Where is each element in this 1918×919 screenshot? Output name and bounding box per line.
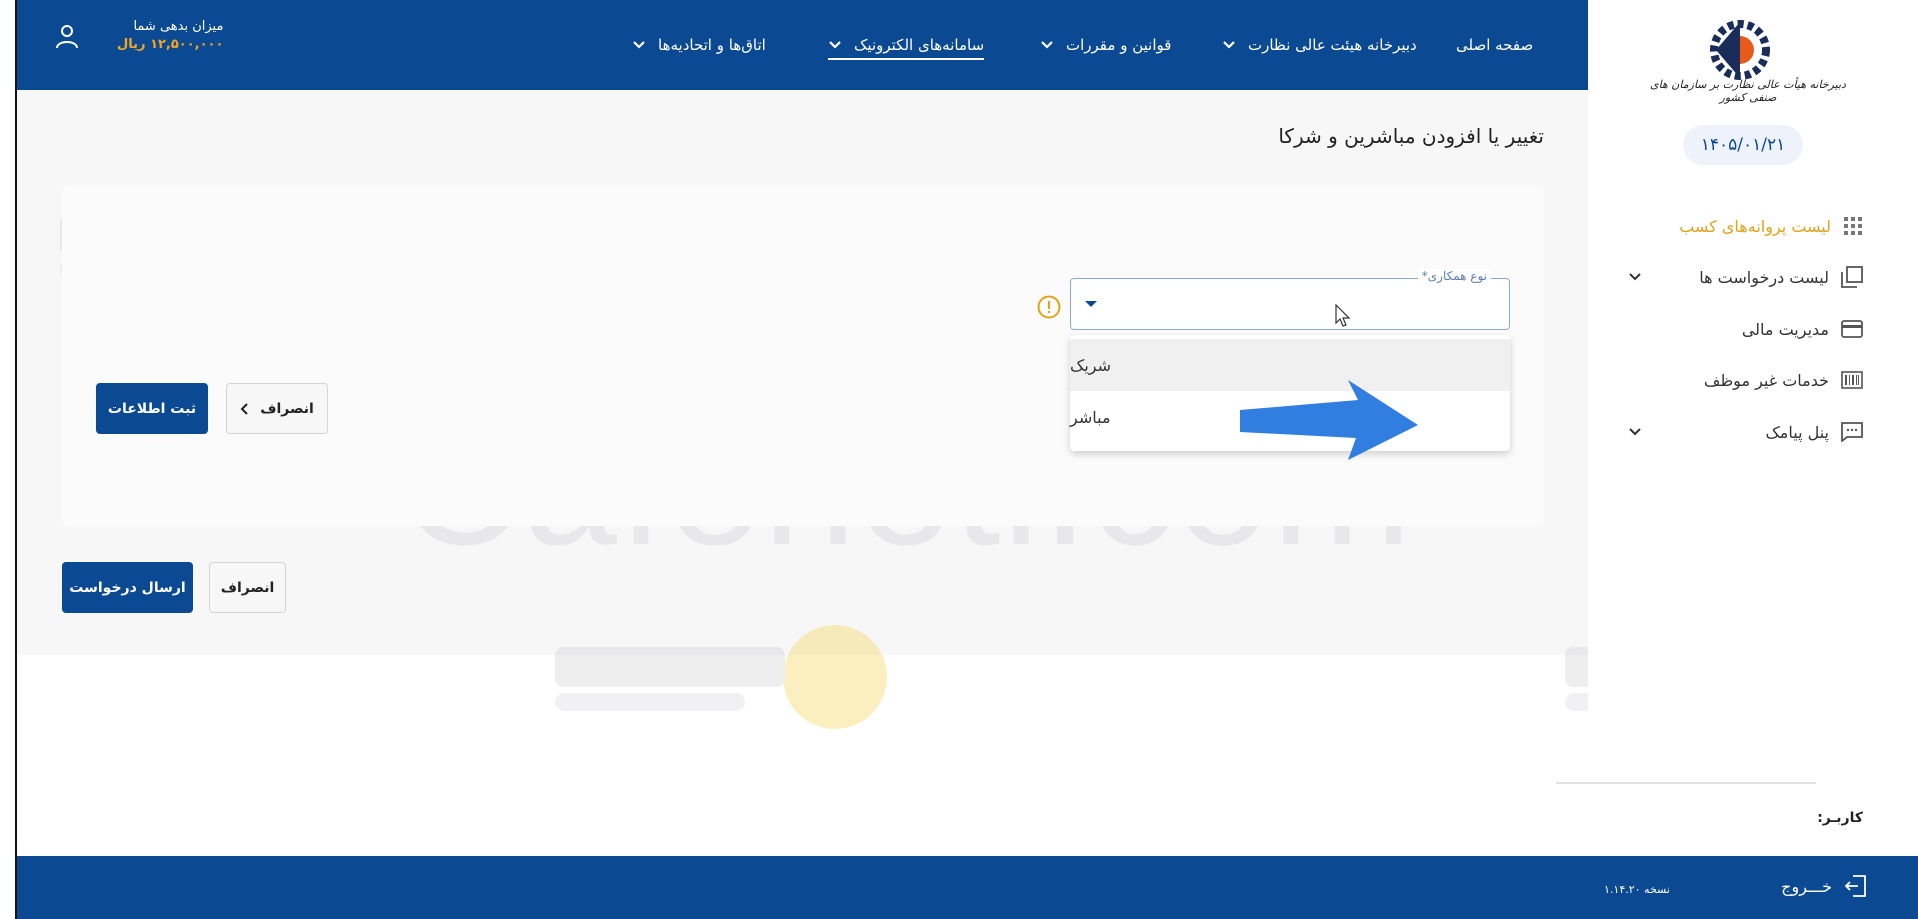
sidebar-item-label: لیست پروانه‌های کسب [1679,216,1831,236]
nav-chambers-label: اتاق‌ها و اتحادیه‌ها [658,36,766,54]
submit-info-button[interactable]: ثبت اطلاعات [96,383,208,434]
cooperation-type-select[interactable]: نوع همکاری* [1070,269,1510,330]
nav-laws-label: قوانین و مقررات [1066,36,1172,54]
chevron-down-icon [1223,41,1235,49]
left-edge [0,0,17,919]
message-icon [1841,422,1863,442]
chevron-left-icon [240,402,248,415]
sidebar: دبیرخانه هیأت عالی نظارت بر سازمان های ص… [1556,0,1918,856]
watermark-logo [555,625,887,729]
copy-icon [1841,266,1863,288]
logout-label: خـــروج [1781,876,1832,896]
nav-chambers[interactable]: اتاق‌ها و اتحادیه‌ها [632,0,766,90]
caret-down-icon[interactable] [1085,301,1097,307]
annotation-arrow-icon [1240,380,1418,460]
version-label: نسخه ۱.۱۴.۲۰ [1604,883,1670,896]
sidebar-item-requests[interactable]: لیست درخواست ها [1699,262,1863,292]
option-agent-label: مباشر [1070,407,1111,427]
chevron-down-icon [1041,41,1053,49]
active-tab-underline [828,58,985,60]
sidebar-item-sms-panel[interactable]: پنل پیامک [1765,417,1863,447]
user-label: کاربـر: [1817,810,1863,826]
page-title: تغییر یا افزودن مباشرین و شرکا [1278,124,1544,148]
chevron-down-icon[interactable] [1628,270,1642,284]
sidebar-item-label: خدمات غیر موظف [1703,370,1829,390]
send-request-label: ارسال درخواست [69,579,186,596]
card-icon [1841,320,1863,338]
nav-secretariat[interactable]: دبیرخانه هیئت عالی نظارت [1222,0,1417,90]
nav-electronic-systems-label: سامانه‌های الکترونیک [854,36,985,54]
sidebar-item-label: مدیریت مالی [1741,319,1829,339]
submit-info-label: ثبت اطلاعات [107,400,197,417]
chevron-down-icon [633,41,645,49]
barcode-icon [1841,371,1863,389]
debt-info: میزان بدهی شما ۱۲,۵۰۰,۰۰۰ ریال [117,18,223,54]
cooperation-type-label: نوع همکاری* [1417,269,1491,283]
option-partner-label: شریک [1070,355,1112,375]
sidebar-item-label: پنل پیامک [1765,422,1829,442]
nav-home-label: صفحه اصلی [1456,36,1534,54]
send-request-button[interactable]: ارسال درخواست [62,562,193,613]
nav-laws[interactable]: قوانین و مقررات [1040,0,1171,90]
nav-home[interactable]: صفحه اصلی [1456,0,1533,90]
sidebar-item-financial[interactable]: مدیریت مالی [1742,314,1863,344]
nav-secretariat-label: دبیرخانه هیئت عالی نظارت [1248,36,1417,54]
warning-icon [1037,295,1061,319]
sidebar-item-services[interactable]: خدمات غیر موظف [1704,365,1863,395]
debt-amount: ۱۲,۵۰۰,۰۰۰ ریال [117,37,224,53]
chevron-down-icon[interactable] [1628,425,1642,439]
user-icon[interactable] [55,23,79,49]
card-cancel-button[interactable]: انصراف [226,383,328,434]
grid-icon [1844,217,1862,235]
logout-button[interactable]: خـــروج [1781,874,1868,898]
chevron-down-icon [829,41,841,49]
page-cancel-label: انصراف [220,579,275,596]
sidebar-item-label: لیست درخواست ها [1699,267,1829,287]
organization-name: دبیرخانه هیأت عالی نظارت بر سازمان های ص… [1650,78,1846,104]
user-block[interactable]: میزان بدهی شما ۱۲,۵۰۰,۰۰۰ ریال [55,18,223,54]
nav-electronic-systems[interactable]: سامانه‌های الکترونیک [828,0,985,90]
mouse-cursor-icon [1335,304,1350,327]
date-badge: ۱۴۰۵/۰۱/۲۱ [1683,125,1803,165]
debt-label: میزان بدهی شما [133,19,224,34]
page-cancel-button[interactable]: انصراف [209,562,286,613]
sidebar-item-business-licenses[interactable]: لیست پروانه‌های کسب [1679,211,1863,241]
logout-icon [1844,875,1866,897]
sidebar-divider [1556,782,1816,784]
card-cancel-label: انصراف [260,400,314,417]
